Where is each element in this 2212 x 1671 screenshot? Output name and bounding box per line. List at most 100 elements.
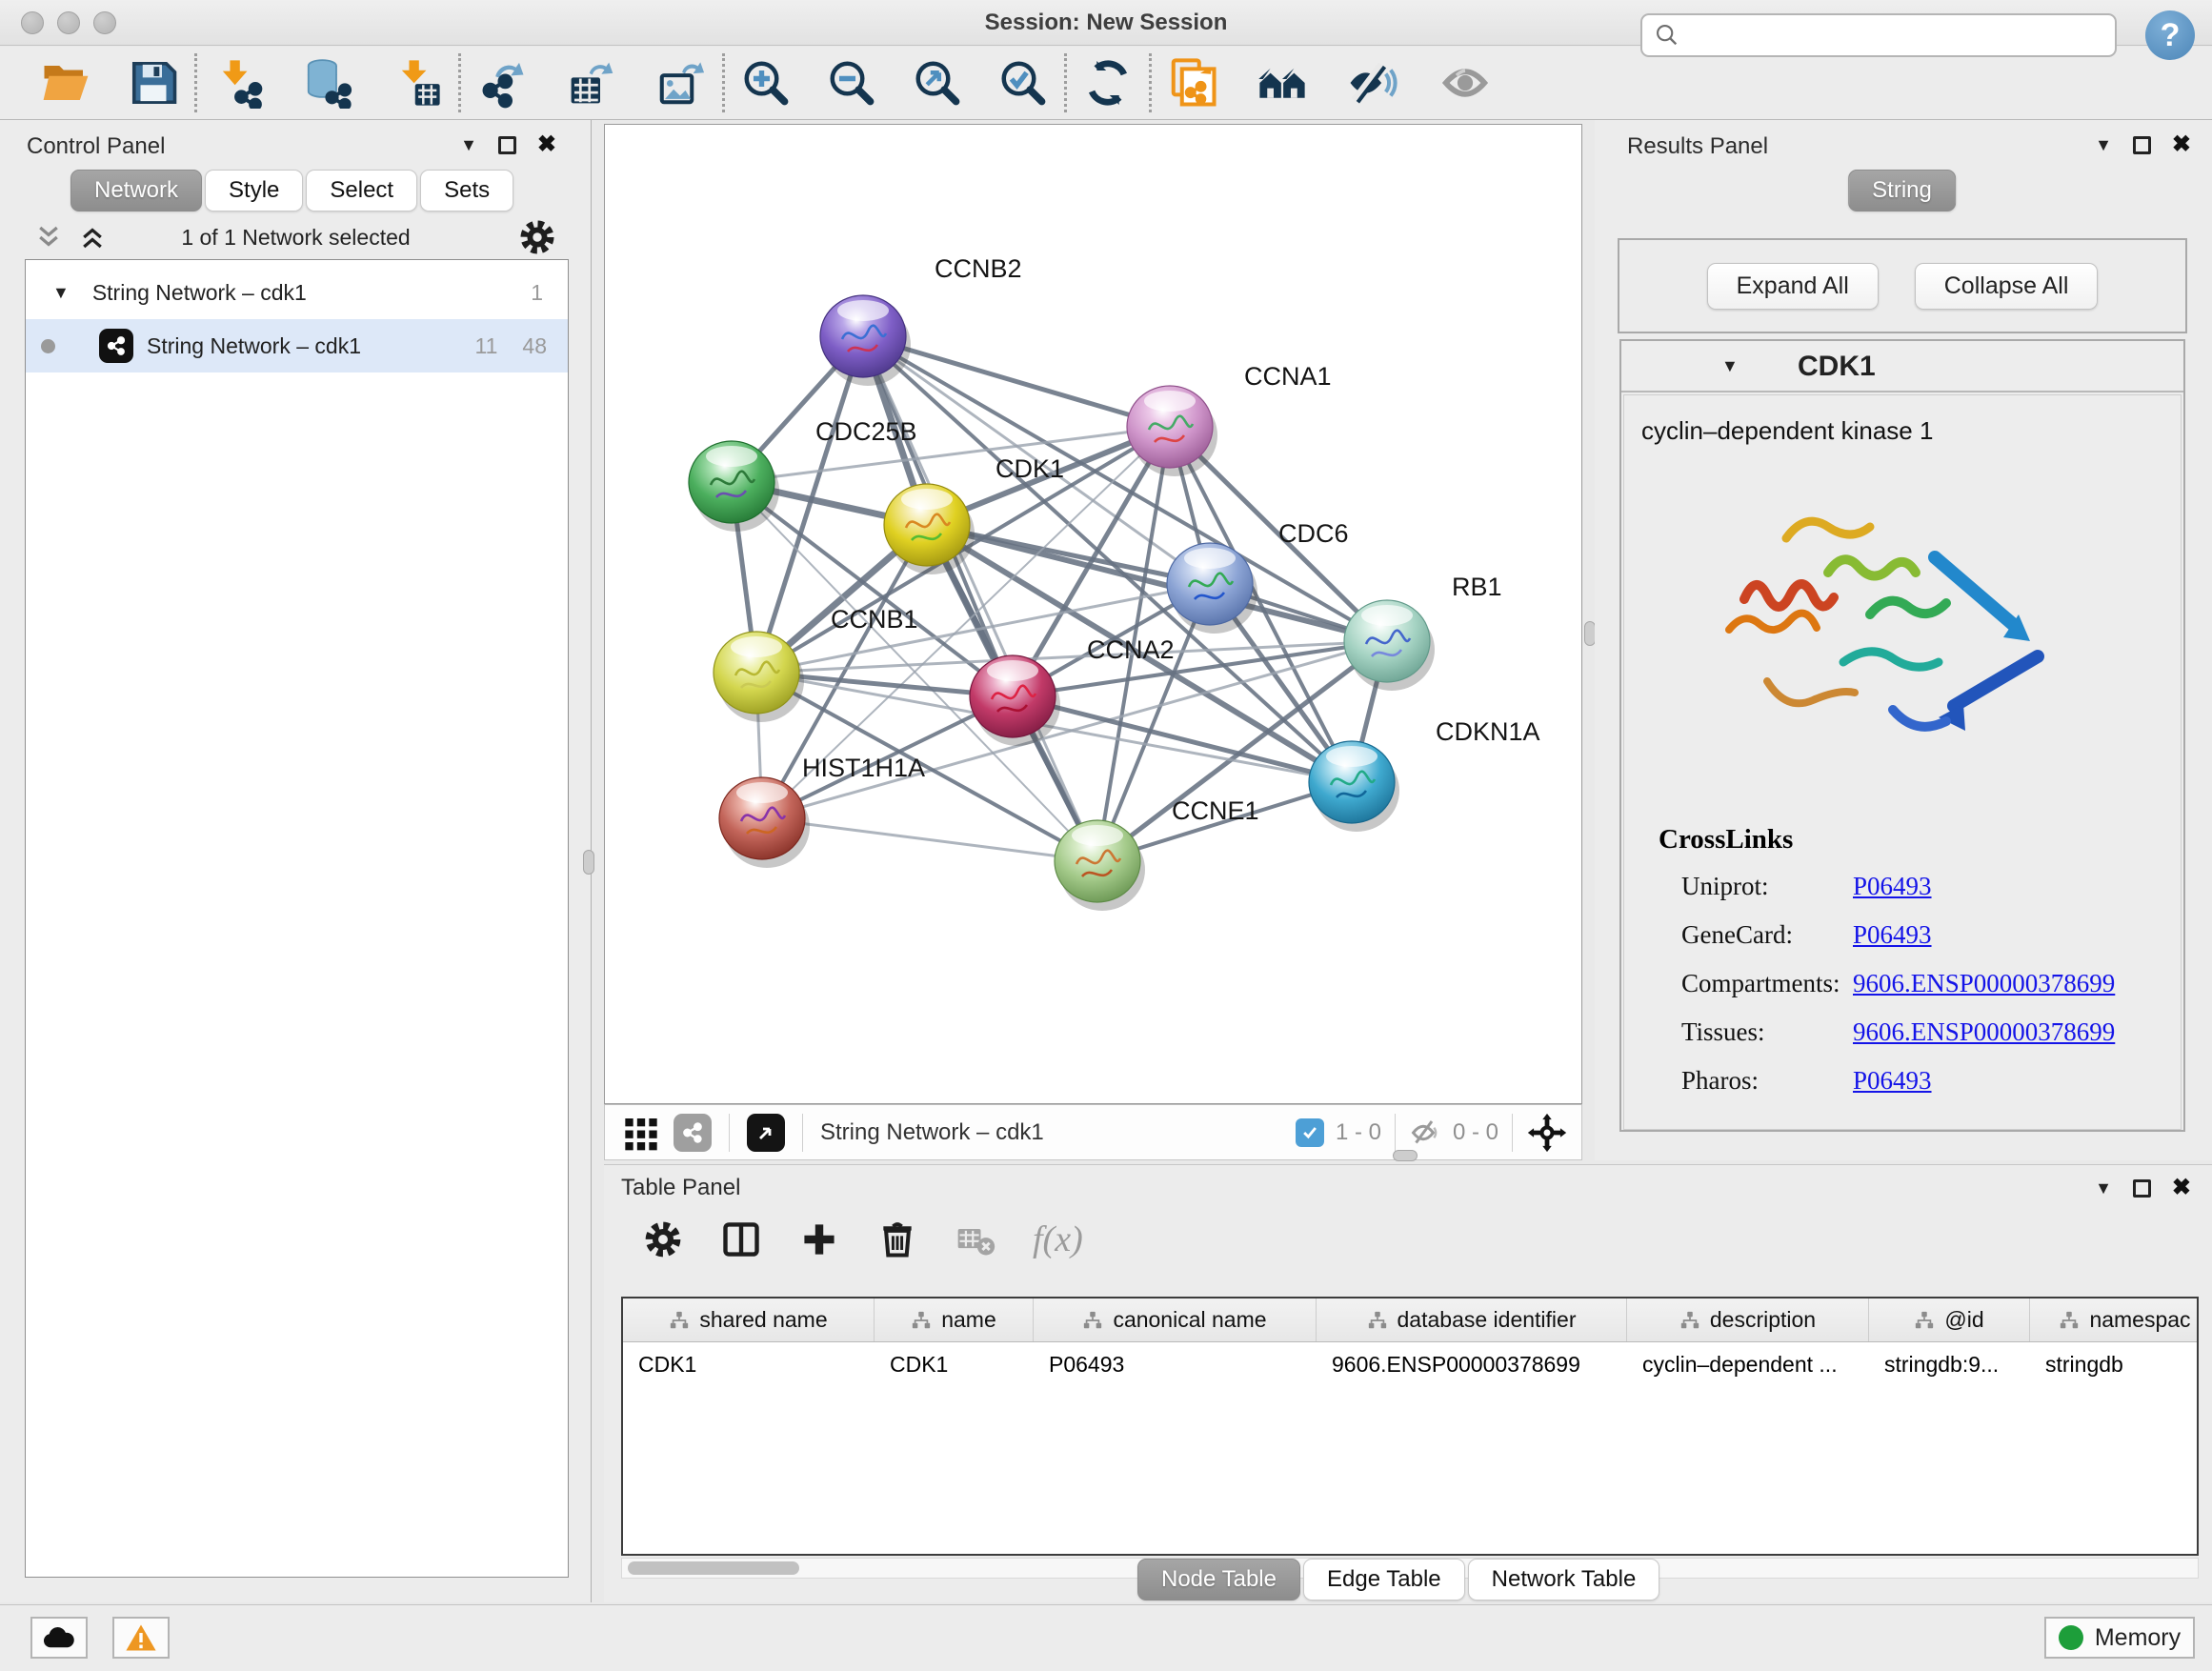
crosslink-link[interactable]: P06493 [1853, 1066, 1932, 1096]
show-all-icon[interactable] [1439, 57, 1491, 109]
table-cell[interactable]: cyclin–dependent ... [1627, 1342, 1869, 1386]
open-in-window-icon[interactable] [747, 1114, 785, 1152]
control-panel-tabs: NetworkStyleSelectSets [70, 170, 516, 211]
column-type-icon [1679, 1310, 1700, 1331]
zoom-selected-icon[interactable] [997, 57, 1049, 109]
column-header-database-identifier[interactable]: database identifier [1317, 1299, 1627, 1341]
network-edge[interactable] [762, 818, 1097, 861]
section-expander-icon[interactable]: ▼ [1721, 356, 1739, 376]
window-zoom-button[interactable] [93, 11, 116, 34]
refresh-icon[interactable] [1082, 57, 1134, 109]
first-neighbors-icon[interactable] [1257, 57, 1308, 109]
column-header-description[interactable]: description [1627, 1299, 1869, 1341]
help-icon[interactable]: ? [2145, 10, 2195, 60]
tab-network[interactable]: Network [70, 170, 202, 211]
expand-all-button[interactable]: Expand All [1707, 263, 1879, 310]
collection-expander-icon[interactable]: ▼ [52, 283, 70, 303]
export-network-icon[interactable] [476, 57, 528, 109]
save-icon[interactable] [128, 57, 179, 109]
panel-collapse-icon[interactable]: ▼ [2095, 1178, 2112, 1198]
import-table-icon[interactable] [392, 57, 443, 109]
network-canvas[interactable]: CCNB2CCNA1CDC25BCDK1CDC6RB1CCNB1CCNA2CDK… [604, 124, 1582, 1104]
search-input[interactable] [1680, 23, 2090, 48]
tab-style[interactable]: Style [205, 170, 303, 211]
grid-view-icon[interactable] [622, 1114, 660, 1152]
table-row[interactable]: CDK1CDK1P064939606.ENSP00000378699cyclin… [623, 1342, 2197, 1386]
panel-collapse-icon[interactable]: ▼ [460, 135, 477, 155]
selected-counts: 1 - 0 [1336, 1119, 1381, 1146]
crosslink-link[interactable]: 9606.ENSP00000378699 [1853, 969, 2115, 998]
crosslink-link[interactable]: P06493 [1853, 872, 1932, 901]
left-splitter-handle[interactable] [583, 850, 594, 875]
pan-crosshair-icon[interactable] [1526, 1112, 1568, 1154]
scrollbar-thumb[interactable] [628, 1561, 799, 1575]
network-options-gear-icon[interactable] [517, 217, 557, 257]
export-table-icon[interactable] [566, 57, 617, 109]
warnings-button[interactable] [112, 1617, 170, 1659]
network-edge[interactable] [863, 336, 1097, 861]
cloud-button[interactable] [30, 1617, 88, 1659]
panel-float-icon[interactable] [2133, 1179, 2151, 1198]
network-node-count: 11 [475, 333, 498, 359]
table-cell[interactable]: CDK1 [875, 1342, 1034, 1386]
crosslink-link[interactable]: 9606.ENSP00000378699 [1853, 1017, 2115, 1047]
table-options-gear-icon[interactable] [642, 1218, 684, 1260]
node-label-cdk1: CDK1 [995, 454, 1064, 483]
collapse-all-button[interactable]: Collapse All [1915, 263, 2099, 310]
export-image-icon[interactable] [655, 57, 707, 109]
network-node-ccnb2[interactable]: CCNB2 [820, 254, 1022, 386]
panel-close-icon[interactable]: ✖ [2172, 1177, 2191, 1199]
search-box[interactable] [1640, 13, 2117, 57]
zoom-out-icon[interactable] [826, 57, 877, 109]
column-header-namespac[interactable]: namespac [2030, 1299, 2199, 1341]
open-folder-icon[interactable] [40, 57, 91, 109]
panel-float-icon[interactable] [498, 136, 516, 154]
tab-edge-table[interactable]: Edge Table [1303, 1559, 1465, 1601]
function-builder-icon[interactable]: f(x) [1033, 1218, 1083, 1260]
network-node-rb1[interactable]: RB1 [1344, 573, 1502, 691]
column-header-shared-name[interactable]: shared name [623, 1299, 875, 1341]
selected-checkbox-icon[interactable] [1296, 1118, 1324, 1147]
tab-select[interactable]: Select [306, 170, 417, 211]
memory-button[interactable]: Memory [2044, 1617, 2195, 1659]
network-node-cdkn1a[interactable]: CDKN1A [1309, 717, 1540, 832]
control-panel: Control Panel ▼ ✖ NetworkStyleSelectSets… [0, 120, 592, 1602]
column-header--id[interactable]: @id [1869, 1299, 2030, 1341]
import-network-icon[interactable] [212, 57, 264, 109]
delete-column-icon[interactable] [876, 1218, 918, 1260]
table-cell[interactable]: stringdb:9... [1869, 1342, 2030, 1386]
delete-table-icon[interactable] [955, 1218, 996, 1260]
tab-string[interactable]: String [1848, 170, 1956, 211]
node-table[interactable]: shared namenamecanonical namedatabase id… [621, 1297, 2199, 1556]
show-columns-icon[interactable] [720, 1218, 762, 1260]
tab-node-table[interactable]: Node Table [1137, 1559, 1300, 1601]
network-collection-row[interactable]: ▼ String Network – cdk1 1 [26, 266, 568, 319]
table-cell[interactable]: CDK1 [623, 1342, 875, 1386]
import-database-icon[interactable] [302, 57, 353, 109]
column-header-canonical-name[interactable]: canonical name [1034, 1299, 1317, 1341]
panel-close-icon[interactable]: ✖ [2172, 133, 2191, 156]
hide-selected-icon[interactable] [1346, 57, 1398, 109]
tab-sets[interactable]: Sets [420, 170, 513, 211]
crosslink-link[interactable]: P06493 [1853, 920, 1932, 950]
zoom-fit-icon[interactable] [912, 57, 963, 109]
network-graph[interactable]: CCNB2CCNA1CDC25BCDK1CDC6RB1CCNB1CCNA2CDK… [605, 125, 1581, 1103]
string-style-icon[interactable] [674, 1114, 712, 1152]
window-close-button[interactable] [21, 11, 44, 34]
tab-network-table[interactable]: Network Table [1468, 1559, 1660, 1601]
zoom-in-icon[interactable] [740, 57, 792, 109]
panel-collapse-icon[interactable]: ▼ [2095, 135, 2112, 155]
horizontal-splitter-handle[interactable] [1393, 1150, 1418, 1161]
document-share-icon[interactable] [1167, 57, 1218, 109]
network-row-selected[interactable]: String Network – cdk1 11 48 [26, 319, 568, 372]
network-node-ccna1[interactable]: CCNA1 [1127, 362, 1332, 476]
table-cell[interactable]: stringdb [2030, 1342, 2199, 1386]
network-node-hist1h1a[interactable]: HIST1H1A [719, 754, 925, 868]
create-column-icon[interactable] [798, 1218, 840, 1260]
table-cell[interactable]: P06493 [1034, 1342, 1317, 1386]
table-cell[interactable]: 9606.ENSP00000378699 [1317, 1342, 1627, 1386]
window-minimize-button[interactable] [57, 11, 80, 34]
column-header-name[interactable]: name [875, 1299, 1034, 1341]
panel-close-icon[interactable]: ✖ [537, 133, 556, 156]
panel-float-icon[interactable] [2133, 136, 2151, 154]
